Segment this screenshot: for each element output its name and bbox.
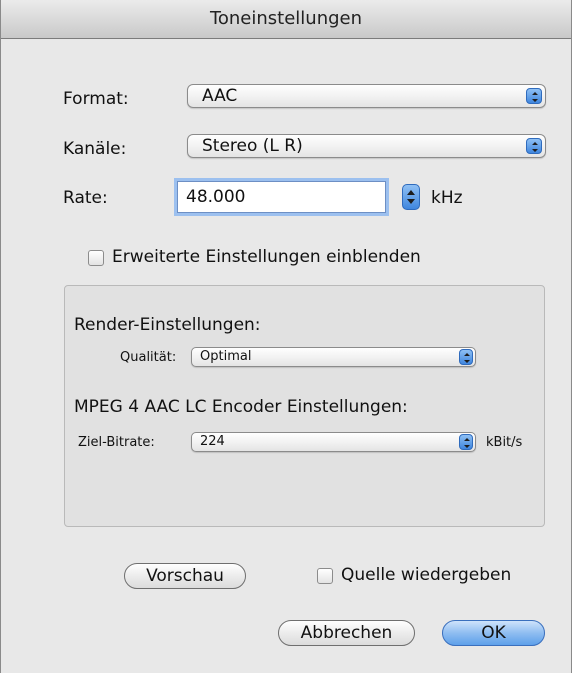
stepper-arrows-icon	[407, 190, 415, 204]
dialog-window: Toneinstellungen Format: AAC Kanäle: Ste…	[0, 0, 572, 673]
channels-label: Kanäle:	[63, 139, 127, 159]
ok-button[interactable]: OK	[442, 620, 545, 646]
bitrate-label: Ziel-Bitrate:	[78, 435, 155, 450]
rate-stepper[interactable]	[402, 184, 420, 210]
cancel-button[interactable]: Abbrechen	[278, 620, 415, 646]
quality-popup[interactable]: Optimal	[191, 347, 476, 367]
bitrate-popup[interactable]: 224	[191, 432, 476, 452]
play-source-checkbox[interactable]	[317, 568, 333, 584]
window-title: Toneinstellungen	[1, 0, 571, 39]
rate-input[interactable]: 48.000	[177, 181, 386, 213]
rate-unit: kHz	[431, 188, 463, 208]
encoder-settings-group: Render-Einstellungen: Qualität: Optimal …	[64, 285, 545, 527]
popup-arrows-icon	[459, 434, 473, 450]
preview-button[interactable]: Vorschau	[124, 563, 246, 589]
channels-value: Stereo (L R)	[202, 136, 303, 156]
quality-label: Qualität:	[120, 350, 177, 365]
popup-arrows-icon	[459, 349, 473, 365]
play-source-label[interactable]: Quelle wiedergeben	[341, 565, 511, 585]
channels-popup[interactable]: Stereo (L R)	[187, 134, 546, 158]
format-popup[interactable]: AAC	[187, 84, 546, 108]
advanced-settings-checkbox[interactable]	[88, 250, 104, 266]
format-value: AAC	[202, 86, 238, 106]
popup-arrows-icon	[526, 138, 542, 154]
encoder-heading: MPEG 4 AAC LC Encoder Einstellungen:	[74, 397, 408, 417]
render-heading: Render-Einstellungen:	[74, 315, 261, 335]
advanced-settings-label[interactable]: Erweiterte Einstellungen einblenden	[112, 247, 421, 267]
format-label: Format:	[63, 89, 129, 109]
bitrate-value: 224	[200, 434, 225, 449]
rate-label: Rate:	[63, 188, 108, 208]
bitrate-unit: kBit/s	[486, 435, 523, 450]
dialog-content: Format: AAC Kanäle: Stereo (L R) Rate: 4…	[1, 39, 571, 673]
popup-arrows-icon	[526, 88, 542, 104]
quality-value: Optimal	[200, 349, 252, 364]
